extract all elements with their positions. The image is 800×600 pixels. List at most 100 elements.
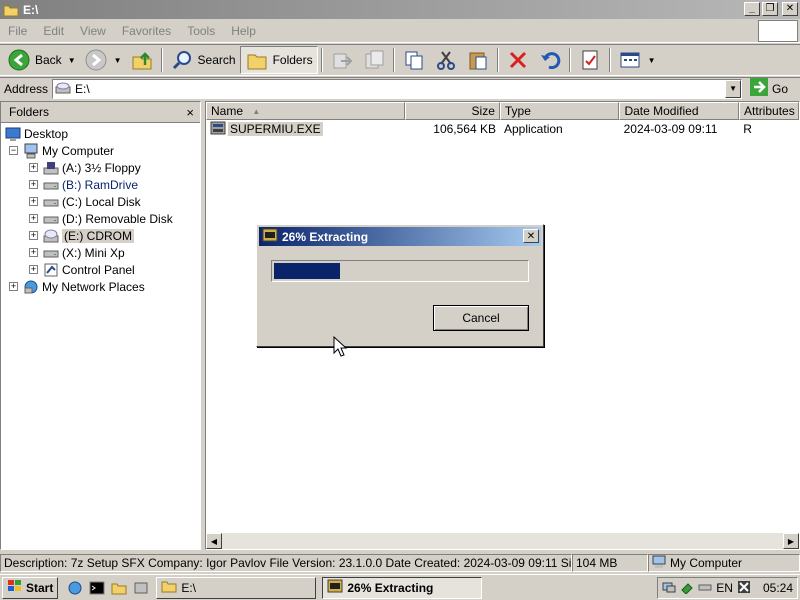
task-label: E:\: [181, 580, 197, 595]
folder-icon[interactable]: [110, 579, 128, 597]
minimize-button[interactable]: _: [744, 2, 760, 16]
expand-icon[interactable]: +: [29, 197, 38, 206]
expand-icon[interactable]: +: [9, 282, 18, 291]
chevron-down-icon[interactable]: ▼: [68, 56, 76, 65]
forward-button[interactable]: ▼: [80, 46, 126, 74]
file-row[interactable]: SUPERMIU.EXE 106,564 KB Application 2024…: [206, 120, 799, 138]
usb-tray-icon[interactable]: [680, 580, 694, 597]
menu-edit[interactable]: Edit: [35, 24, 72, 38]
floppy-drive-icon: [43, 160, 59, 176]
copy-to-button[interactable]: [358, 46, 390, 74]
up-button[interactable]: [126, 46, 158, 74]
drive-tray-icon[interactable]: [698, 580, 712, 597]
folders-label: Folders: [272, 53, 313, 67]
status-bar: Description: 7z Setup SFX Company: Igor …: [0, 553, 800, 573]
back-arrow-icon: [7, 48, 31, 72]
column-header-date[interactable]: Date Modified: [619, 102, 740, 120]
tree-item-cdrom[interactable]: + (E:) CDROM: [1, 227, 200, 244]
language-indicator[interactable]: EN: [716, 581, 733, 595]
taskbar-button-extracting[interactable]: 26% Extracting: [322, 576, 483, 599]
address-dropdown-button[interactable]: ▼: [725, 79, 742, 98]
back-button[interactable]: Back ▼: [3, 46, 80, 74]
tree-item-removable-disk[interactable]: + (D:) Removable Disk: [1, 210, 200, 227]
tree-item-control-panel[interactable]: + Control Panel: [1, 261, 200, 278]
tree-item-desktop[interactable]: Desktop: [1, 125, 200, 142]
computer-icon: [23, 143, 39, 159]
tree-item-network-places[interactable]: + My Network Places: [1, 278, 200, 295]
window-titlebar[interactable]: E:\ _ ❐ ✕: [0, 0, 800, 19]
column-header-size[interactable]: Size: [405, 102, 500, 120]
collapse-icon[interactable]: −: [9, 146, 18, 155]
properties-button[interactable]: [574, 46, 606, 74]
cut-button[interactable]: [430, 46, 462, 74]
menu-file[interactable]: File: [0, 24, 35, 38]
clock[interactable]: 05:24: [763, 581, 793, 595]
paste-button[interactable]: [462, 46, 494, 74]
cdrom-icon: [43, 228, 59, 244]
scroll-right-button[interactable]: ▶: [783, 533, 799, 549]
browser-icon[interactable]: [66, 579, 84, 597]
tree-item-ramdrive[interactable]: + (B:) RamDrive: [1, 176, 200, 193]
folders-pane: Folders × Desktop − My Computer + (A:) 3…: [0, 101, 201, 550]
column-header-attributes[interactable]: Attributes: [739, 102, 800, 120]
column-label: Attributes: [744, 104, 795, 118]
address-input[interactable]: E:\ ▼: [52, 78, 743, 99]
folders-button[interactable]: Folders: [239, 46, 318, 74]
cancel-button[interactable]: Cancel: [433, 305, 529, 331]
expand-icon[interactable]: +: [29, 163, 38, 172]
tree-label: Control Panel: [62, 262, 135, 277]
properties-icon: [578, 48, 602, 72]
command-prompt-icon[interactable]: [88, 579, 106, 597]
menu-help[interactable]: Help: [223, 24, 264, 38]
horizontal-scrollbar[interactable]: ◀ ▶: [206, 533, 799, 549]
maximize-button[interactable]: ❐: [762, 2, 778, 16]
scroll-left-button[interactable]: ◀: [206, 533, 222, 549]
expand-icon[interactable]: +: [29, 248, 38, 257]
expand-icon[interactable]: +: [29, 214, 38, 223]
column-header-type[interactable]: Type: [499, 102, 620, 120]
undo-icon: [538, 48, 562, 72]
close-button[interactable]: ✕: [782, 2, 798, 16]
delete-button[interactable]: [502, 46, 534, 74]
show-desktop-icon[interactable]: [132, 579, 150, 597]
dialog-close-button[interactable]: ✕: [523, 229, 539, 243]
settings-tray-icon[interactable]: [737, 580, 751, 597]
tree-label: Desktop: [24, 126, 69, 141]
move-to-button[interactable]: [326, 46, 358, 74]
copy-button[interactable]: [398, 46, 430, 74]
progress-bar: [271, 260, 529, 282]
expand-icon[interactable]: +: [29, 231, 38, 240]
dialog-titlebar[interactable]: 26% Extracting: [259, 227, 541, 246]
window-title: E:\: [23, 2, 39, 17]
close-icon[interactable]: ×: [186, 105, 194, 120]
paste-icon: [466, 48, 490, 72]
taskbar-button-explorer[interactable]: E:\: [156, 576, 317, 599]
exe-icon: [210, 120, 226, 139]
undo-button[interactable]: [534, 46, 566, 74]
address-value: E:\: [75, 81, 90, 96]
network-tray-icon[interactable]: [662, 580, 676, 597]
menu-view[interactable]: View: [72, 24, 114, 38]
toolbar: Back ▼ ▼ Search Folders ▼: [0, 44, 800, 76]
chevron-down-icon[interactable]: ▼: [648, 56, 656, 65]
control-panel-icon: [43, 262, 59, 278]
scissors-icon: [434, 48, 458, 72]
taskbar: Start E:\ 26% Extracting EN 05:24: [0, 574, 800, 600]
menu-tools[interactable]: Tools: [179, 24, 223, 38]
expand-icon[interactable]: +: [29, 265, 38, 274]
back-label: Back: [35, 53, 62, 67]
tree-item-local-disk[interactable]: + (C:) Local Disk: [1, 193, 200, 210]
column-label: Date Modified: [624, 104, 699, 118]
expand-icon[interactable]: +: [29, 180, 38, 189]
chevron-down-icon[interactable]: ▼: [114, 56, 122, 65]
column-header-name[interactable]: Name ▲: [206, 102, 406, 120]
go-button[interactable]: Go: [750, 78, 788, 99]
tree-item-mini-xp[interactable]: + (X:) Mini Xp: [1, 244, 200, 261]
views-button[interactable]: ▼: [614, 46, 660, 74]
search-button[interactable]: Search: [166, 46, 240, 74]
tree-item-floppy[interactable]: + (A:) 3½ Floppy: [1, 159, 200, 176]
start-button[interactable]: Start: [2, 576, 59, 599]
menu-bar: File Edit View Favorites Tools Help: [0, 19, 800, 43]
menu-favorites[interactable]: Favorites: [114, 24, 179, 38]
tree-item-my-computer[interactable]: − My Computer: [1, 142, 200, 159]
